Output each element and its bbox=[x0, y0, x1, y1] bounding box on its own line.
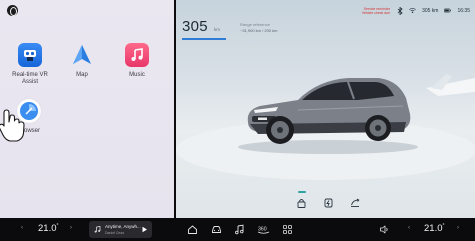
bluetooth-icon bbox=[396, 6, 403, 15]
range-value: 305 bbox=[182, 18, 208, 35]
volume-icon[interactable] bbox=[378, 223, 391, 236]
charge-port-icon[interactable] bbox=[323, 198, 333, 208]
status-range: 305 km bbox=[422, 7, 439, 14]
temp-left-decrease-icon[interactable]: ‹ bbox=[21, 225, 23, 231]
right-temperature[interactable]: 21.0° bbox=[424, 223, 445, 234]
lock-icon[interactable] bbox=[296, 198, 306, 208]
temp-right-decrease-icon[interactable]: ‹ bbox=[408, 225, 410, 231]
svg-text:360: 360 bbox=[258, 227, 267, 233]
media-player[interactable]: Anytime, Anywh... Daniel Ceas bbox=[89, 221, 152, 238]
clock-time: 16:35 bbox=[457, 7, 470, 14]
music-icon[interactable] bbox=[233, 223, 246, 236]
user-profile-icon[interactable] bbox=[7, 5, 18, 16]
warning-line: Service reminder bbox=[363, 6, 391, 11]
media-artist: Daniel Ceas bbox=[105, 230, 125, 235]
app-label: Music bbox=[129, 72, 145, 78]
play-icon[interactable] bbox=[141, 226, 148, 235]
app-music[interactable]: Music bbox=[117, 43, 157, 79]
battery-icon bbox=[444, 7, 452, 14]
app-grid-icon[interactable] bbox=[281, 223, 294, 236]
range-unit: km bbox=[214, 27, 220, 32]
bottom-dock: ‹ 21.0° › Anytime, Anywh... Daniel Ceas … bbox=[0, 218, 475, 241]
left-temp-value: 21.0 bbox=[38, 223, 57, 234]
vr-assist-icon bbox=[18, 43, 42, 67]
left-temperature[interactable]: 21.0° bbox=[38, 223, 59, 234]
360-view-icon[interactable]: 360 bbox=[257, 223, 270, 236]
temp-unit: ° bbox=[442, 223, 445, 229]
car-icon[interactable] bbox=[210, 223, 223, 236]
warning-message[interactable]: Service reminder Vehicle check due bbox=[362, 7, 390, 15]
vehicle-scene: 305 km Range reference ~31,900 km / 200 … bbox=[176, 0, 475, 218]
media-title: Anytime, Anywh... bbox=[105, 224, 141, 229]
app-real-time-vr-assist[interactable]: Real-time VR Assist bbox=[6, 43, 54, 86]
right-temp-value: 21.0 bbox=[424, 223, 443, 234]
wifi-icon bbox=[409, 7, 416, 14]
range-subtitle: Range reference bbox=[240, 22, 270, 27]
music-note-icon bbox=[94, 226, 101, 235]
temp-left-increase-icon[interactable]: › bbox=[70, 225, 72, 231]
app-label: Map bbox=[76, 72, 88, 78]
drag-hand-icon bbox=[0, 109, 28, 143]
trunk-icon[interactable] bbox=[350, 198, 360, 208]
status-bar: Service reminder Vehicle check due 305 k… bbox=[362, 6, 470, 15]
app-map[interactable]: Map bbox=[62, 43, 102, 79]
vehicle-image[interactable] bbox=[238, 70, 416, 150]
app-label: Real-time VR Assist bbox=[12, 72, 48, 86]
temp-unit: ° bbox=[56, 223, 59, 229]
home-icon[interactable] bbox=[186, 223, 199, 236]
page-indicator bbox=[298, 191, 306, 193]
temp-right-increase-icon[interactable]: › bbox=[457, 225, 459, 231]
music-note-icon bbox=[125, 43, 149, 67]
range-indicator-bar bbox=[182, 38, 226, 40]
range-detail: ~31,900 km / 200 km bbox=[240, 28, 278, 33]
map-navigation-icon bbox=[70, 43, 94, 67]
warning-line: Vehicle check due bbox=[361, 10, 391, 15]
